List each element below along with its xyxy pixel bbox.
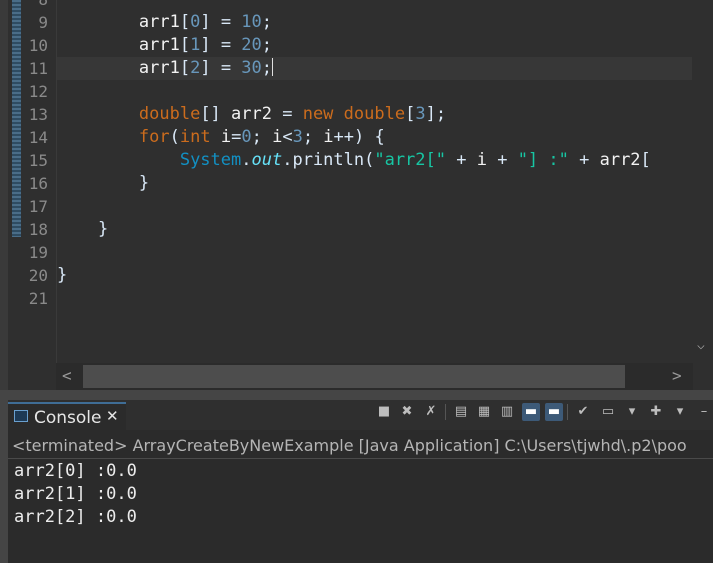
line-number: 15: [28, 151, 48, 170]
word-wrap-icon[interactable]: ▦: [475, 403, 493, 421]
toolbar-separator: [567, 404, 568, 420]
code-area[interactable]: arr1[0] = 10; arr1[1] = 20; arr1[2] = 30…: [56, 0, 693, 363]
remove-all-terminated-icon[interactable]: ✗: [422, 403, 440, 421]
panel-separator[interactable]: [0, 390, 713, 400]
console-left-strip: [0, 400, 8, 563]
line-number: 16: [28, 174, 48, 193]
open-console-icon[interactable]: ✚: [647, 403, 665, 421]
line-number: 21: [28, 289, 48, 308]
code-line[interactable]: arr1[1] = 20;: [57, 34, 693, 57]
horizontal-scroll-thumb[interactable]: [83, 365, 625, 388]
show-console-stderr-icon[interactable]: ▬: [545, 403, 563, 421]
code-line[interactable]: System.out.println("arr2[" + i + "] :" +…: [57, 149, 693, 172]
line-number: 8: [38, 0, 48, 11]
console-output-line: arr2[1] :0.0: [14, 484, 137, 504]
code-line[interactable]: }: [57, 264, 693, 287]
vertical-scrollbar[interactable]: ⌵: [692, 0, 713, 363]
code-line[interactable]: [57, 80, 693, 103]
console-divider: [8, 458, 713, 459]
tab-console[interactable]: Console ✕: [8, 402, 126, 430]
code-line[interactable]: [57, 287, 693, 310]
console-output-line: arr2[2] :0.0: [14, 507, 137, 527]
display-console-dropdown-icon[interactable]: ▾: [623, 403, 641, 421]
line-number: 18: [28, 220, 48, 239]
console-output-line: arr2[0] :0.0: [14, 461, 137, 481]
open-console-dropdown-icon[interactable]: ▾: [671, 403, 689, 421]
scroll-down-icon[interactable]: ⌵: [697, 338, 705, 353]
console-status: <terminated> ArrayCreateByNewExample [Ja…: [12, 436, 687, 455]
line-number: 12: [28, 82, 48, 101]
console-header: Console ✕ ■ ✖ ✗ ▤ ▦ ▥ ▬ ▬ ✔ ▭ ▾ ✚ ▾ –: [8, 400, 713, 430]
remove-launch-icon[interactable]: ✖: [398, 403, 416, 421]
current-code-line[interactable]: arr1[2] = 30;: [57, 57, 693, 80]
show-console-stdout-icon[interactable]: ▬: [522, 403, 540, 421]
pin-console-icon[interactable]: ✔: [574, 403, 592, 421]
line-number: 17: [28, 197, 48, 216]
line-number: 14: [28, 128, 48, 147]
code-line[interactable]: arr1[0] = 10;: [57, 11, 693, 34]
left-edge-strip: [0, 0, 8, 390]
console-icon: [14, 410, 28, 422]
scrollbar-spacer: [8, 363, 56, 390]
code-line[interactable]: }: [57, 218, 693, 241]
code-line[interactable]: for(int i=0; i<3; i++) {: [57, 126, 693, 149]
console-toolbar: ■ ✖ ✗ ▤ ▦ ▥ ▬ ▬ ✔ ▭ ▾ ✚ ▾ –: [368, 400, 713, 426]
scroll-lock-icon[interactable]: ▤: [452, 403, 470, 421]
console-view: Console ✕ ■ ✖ ✗ ▤ ▦ ▥ ▬ ▬ ✔ ▭ ▾ ✚ ▾ – <terminated> Ar…: [8, 400, 713, 563]
line-number: 19: [28, 243, 48, 262]
code-line[interactable]: [57, 241, 693, 264]
close-icon[interactable]: ✕: [106, 407, 119, 425]
display-selected-console-icon[interactable]: ▭: [599, 403, 617, 421]
code-line[interactable]: [57, 0, 693, 11]
line-number-gutter: 8 9 10 11 12 13 14 15 16 17 18 19 20 21: [22, 0, 56, 363]
minimize-icon[interactable]: –: [695, 403, 713, 421]
console-tab-label: Console: [34, 408, 102, 428]
code-line[interactable]: [57, 195, 693, 218]
scrollbar-corner: [693, 363, 713, 390]
horizontal-scrollbar[interactable]: < >: [56, 363, 693, 390]
code-editor[interactable]: 8 9 10 11 12 13 14 15 16 17 18 19 20 21 arr1[0] = 10;…: [0, 0, 713, 363]
show-console-on-output-icon[interactable]: ▥: [498, 403, 516, 421]
terminate-icon[interactable]: ■: [375, 403, 393, 421]
text-cursor: [272, 58, 274, 76]
line-number: 13: [28, 105, 48, 124]
toolbar-separator: [445, 404, 446, 420]
code-line[interactable]: double[] arr2 = new double[3];: [57, 103, 693, 126]
change-ruler: [12, 0, 21, 237]
line-number: 9: [38, 13, 48, 32]
line-number: 11: [28, 59, 48, 78]
line-number: 10: [28, 36, 48, 55]
scroll-right-icon[interactable]: >: [672, 366, 682, 385]
line-number: 20: [28, 266, 48, 285]
scroll-left-icon[interactable]: <: [62, 366, 72, 385]
code-line[interactable]: }: [57, 172, 693, 195]
